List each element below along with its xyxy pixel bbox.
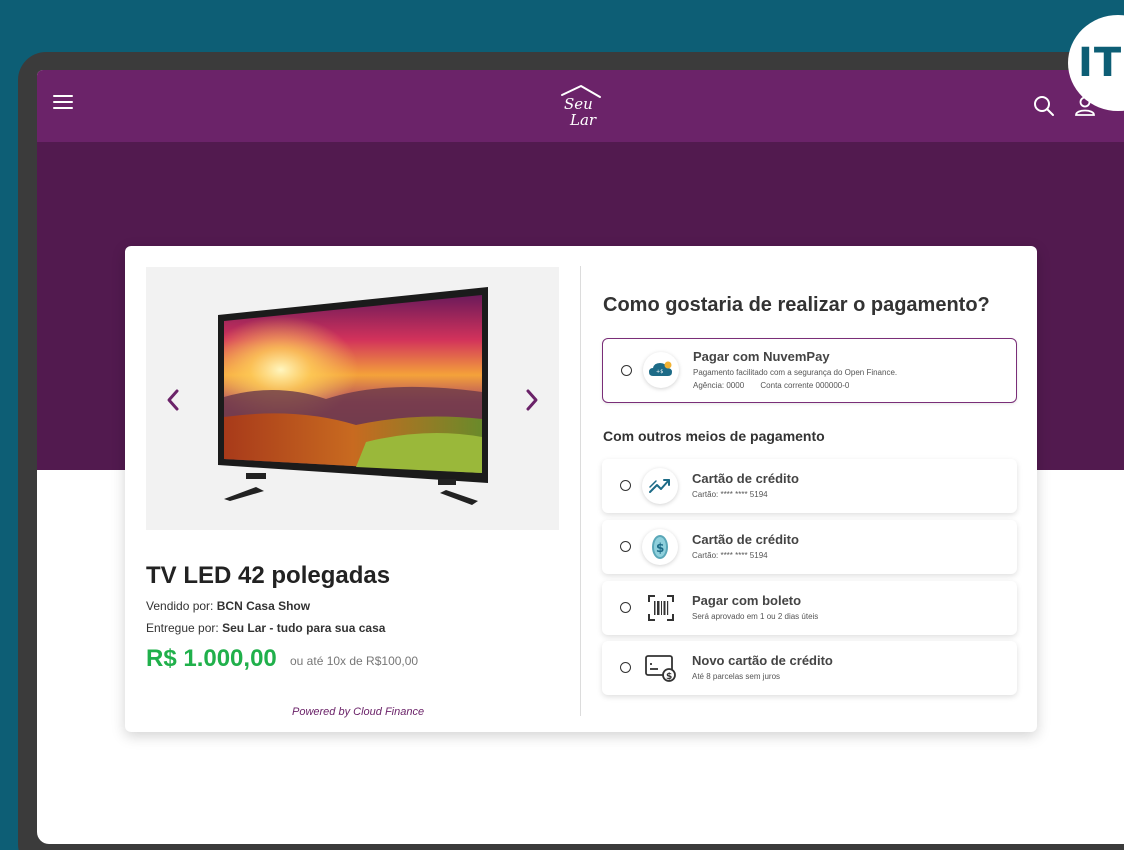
chevron-right-icon[interactable] xyxy=(522,387,542,413)
product-price: R$ 1.000,00 xyxy=(146,645,277,672)
top-navigation-bar: Seu Lar xyxy=(37,70,1124,142)
nuvempay-account-info: Agência: 0000 Conta corrente 000000-0 xyxy=(693,381,849,390)
trend-up-icon xyxy=(642,468,678,504)
option-subtitle: Até 8 parcelas sem juros xyxy=(692,672,781,681)
nuvempay-agency: Agência: 0000 xyxy=(693,381,745,390)
product-title: TV LED 42 polegadas xyxy=(146,562,391,589)
svg-text:+$: +$ xyxy=(656,369,663,375)
radio-button[interactable] xyxy=(621,365,632,376)
vertical-divider xyxy=(580,266,581,716)
radio-button[interactable] xyxy=(620,541,631,552)
coin-icon: $ xyxy=(642,529,678,565)
sold-by-label: Vendido por: xyxy=(146,599,214,613)
svg-text:$: $ xyxy=(656,541,664,555)
credit-card-option-1[interactable]: Cartão de crédito Cartão: **** **** 5194 xyxy=(602,459,1017,513)
sold-by: Vendido por: BCN Casa Show xyxy=(146,599,310,613)
chevron-left-icon[interactable] xyxy=(163,387,183,413)
sold-by-value: BCN Casa Show xyxy=(216,599,311,613)
tv-product-image xyxy=(218,287,488,505)
new-credit-card-option[interactable]: $ Novo cartão de crédito Até 8 parcelas … xyxy=(602,641,1017,695)
card-money-icon: $ xyxy=(645,655,676,682)
radio-button[interactable] xyxy=(620,480,631,491)
hamburger-menu-icon[interactable] xyxy=(53,95,73,115)
other-payment-methods-title: Com outros meios de pagamento xyxy=(603,428,825,444)
delivered-by-value: Seu Lar - tudo para sua casa xyxy=(222,621,386,635)
option-title: Pagar com boleto xyxy=(692,593,802,608)
cloud-icon: +$ xyxy=(643,352,679,388)
product-image-carousel xyxy=(146,267,559,530)
powered-by-text: Powered by Cloud Finance xyxy=(292,706,425,718)
radio-button[interactable] xyxy=(620,602,631,613)
barcode-icon xyxy=(648,595,674,621)
payment-title: Como gostaria de realizar o pagamento? xyxy=(603,294,990,316)
option-title: Cartão de crédito xyxy=(692,471,799,486)
delivered-by: Entregue por: Seu Lar - tudo para sua ca… xyxy=(146,621,385,635)
nuvempay-account: Conta corrente 000000-0 xyxy=(760,381,850,390)
svg-text:$: $ xyxy=(666,672,672,682)
seu-lar-logo[interactable]: Seu Lar xyxy=(556,83,606,129)
boleto-option[interactable]: Pagar com boleto Será aprovado em 1 ou 2… xyxy=(602,581,1017,635)
option-subtitle: Cartão: **** **** 5194 xyxy=(692,490,768,499)
corner-badge-text: ITI xyxy=(1078,40,1124,86)
option-title: Novo cartão de crédito xyxy=(692,653,833,668)
search-icon[interactable] xyxy=(1032,94,1056,118)
nuvempay-subtitle: Pagamento facilitado com a segurança do … xyxy=(693,368,898,377)
nuvempay-title: Pagar com NuvemPay xyxy=(693,349,830,364)
installments-info: ou até 10x de R$100,00 xyxy=(290,654,419,668)
credit-card-option-2[interactable]: $ Cartão de crédito Cartão: **** **** 51… xyxy=(602,520,1017,574)
option-subtitle: Cartão: **** **** 5194 xyxy=(692,551,768,560)
radio-button[interactable] xyxy=(620,662,631,673)
nuvempay-option[interactable]: +$ Pagar com NuvemPay Pagamento facilita… xyxy=(602,338,1017,403)
option-subtitle: Será aprovado em 1 ou 2 dias úteis xyxy=(692,612,819,621)
logo-text-line2: Lar xyxy=(569,111,597,129)
checkout-card: TV LED 42 polegadas Vendido por: BCN Cas… xyxy=(125,246,1037,732)
delivered-by-label: Entregue por: xyxy=(146,621,219,635)
option-title: Cartão de crédito xyxy=(692,532,799,547)
